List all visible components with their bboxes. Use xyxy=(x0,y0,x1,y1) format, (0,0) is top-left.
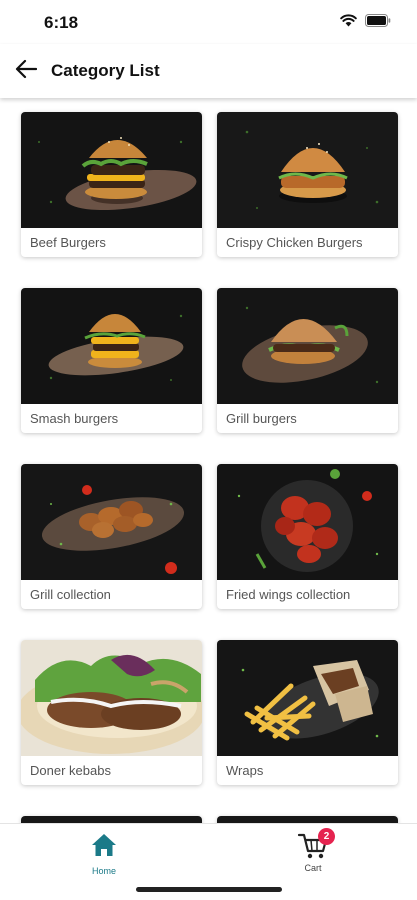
category-card-grill-collection[interactable]: Grill collection xyxy=(21,464,202,609)
category-image xyxy=(217,464,398,580)
category-image xyxy=(217,816,398,823)
category-label: Fried wings collection xyxy=(226,587,351,602)
home-icon xyxy=(90,832,118,863)
status-icons xyxy=(340,14,391,27)
category-image xyxy=(217,112,398,228)
category-card-partial[interactable] xyxy=(21,816,202,823)
category-list[interactable]: Beef Burgers Crispy Chicken Burgers Smas… xyxy=(0,98,417,823)
category-label: Doner kebabs xyxy=(30,763,111,778)
category-image xyxy=(217,640,398,756)
page-title: Category List xyxy=(51,61,160,80)
category-card-doner-kebabs[interactable]: Doner kebabs xyxy=(21,640,202,785)
nav-cart[interactable]: 2 Cart xyxy=(278,828,348,873)
category-card-crispy-chicken-burgers[interactable]: Crispy Chicken Burgers xyxy=(217,112,398,257)
category-image xyxy=(217,288,398,404)
category-card-grill-burgers[interactable]: Grill burgers xyxy=(217,288,398,433)
category-card-fried-wings-collection[interactable]: Fried wings collection xyxy=(217,464,398,609)
wifi-icon xyxy=(340,14,357,27)
arrow-left-icon xyxy=(15,59,38,84)
nav-cart-label: Cart xyxy=(304,863,322,873)
app-bar: Category List xyxy=(0,44,417,98)
category-image xyxy=(21,288,202,404)
category-label: Crispy Chicken Burgers xyxy=(226,235,363,250)
cart-count-badge: 2 xyxy=(318,828,335,845)
category-grid: Beef Burgers Crispy Chicken Burgers Smas… xyxy=(21,112,398,823)
category-image xyxy=(21,112,202,228)
nav-home-label: Home xyxy=(91,866,116,876)
category-label: Grill burgers xyxy=(226,411,297,426)
category-image xyxy=(21,464,202,580)
nav-home[interactable]: Home xyxy=(69,832,139,876)
category-card-wraps[interactable]: Wraps xyxy=(217,640,398,785)
category-label: Wraps xyxy=(226,763,264,778)
cart-icon-wrap: 2 xyxy=(297,828,335,860)
category-card-smash-burgers[interactable]: Smash burgers xyxy=(21,288,202,433)
category-label: Beef Burgers xyxy=(30,235,106,250)
category-card-beef-burgers[interactable]: Beef Burgers xyxy=(21,112,202,257)
category-image xyxy=(21,640,202,756)
category-card-partial[interactable] xyxy=(217,816,398,823)
cart-icon xyxy=(297,833,329,864)
category-label: Grill collection xyxy=(30,587,111,602)
category-image xyxy=(21,816,202,823)
status-time: 6:18 xyxy=(44,13,79,32)
home-indicator xyxy=(136,887,282,892)
back-button[interactable] xyxy=(1,44,51,98)
status-bar: 6:18 xyxy=(0,0,417,44)
category-label: Smash burgers xyxy=(30,411,119,426)
battery-icon xyxy=(365,14,391,27)
